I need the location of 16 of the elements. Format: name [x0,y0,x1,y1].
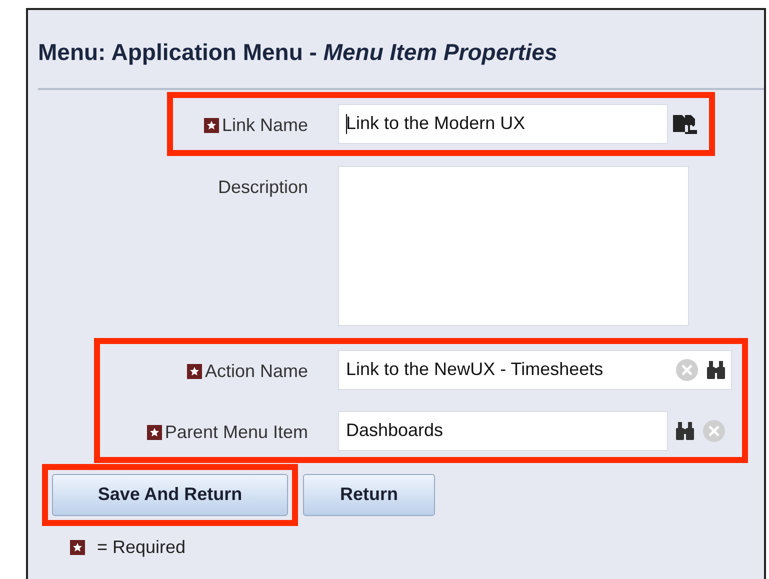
field-label: Description [218,176,308,199]
text-field[interactable]: Link to the Modern UX [338,104,668,144]
field-label: Action Name [204,360,308,382]
field-value: Link to the Modern UX [346,112,526,135]
binoculars-icon[interactable] [674,420,696,442]
text-field[interactable]: Link to the NewUX - Timesheets [338,350,732,390]
required-legend: = Required [97,534,186,560]
field-label: Parent Menu Item [164,420,308,444]
binoculars-icon[interactable] [705,358,727,380]
action-button[interactable]: Return [303,474,435,516]
field-value: Dashboards [346,419,444,442]
page-title: Menu: Application Menu - Menu Item Properties [37,38,558,67]
field-value: Link to the NewUX - Timesheets [346,358,604,381]
action-button[interactable]: Save And Return [52,474,288,516]
text-field[interactable]: Dashboards [338,410,668,450]
field-label: Link Name [222,114,308,136]
